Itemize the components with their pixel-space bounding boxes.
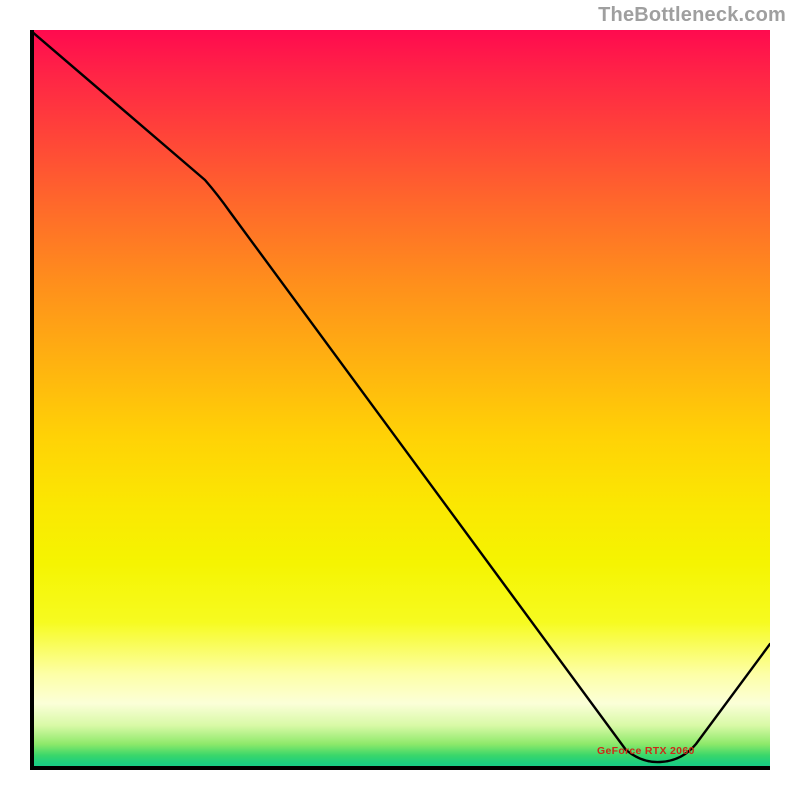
chart-container: TheBottleneck.com GeForce RTX 2060 [0,0,800,800]
plot-area: GeForce RTX 2060 [30,30,770,770]
watermark-text: TheBottleneck.com [598,4,786,27]
series-label: GeForce RTX 2060 [597,745,695,757]
bottleneck-curve [30,30,770,770]
